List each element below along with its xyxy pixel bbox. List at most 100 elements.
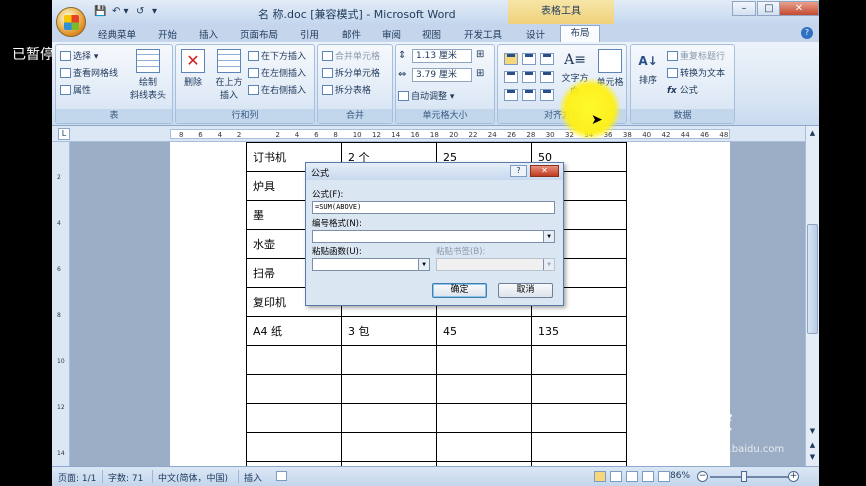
dialog-close-button[interactable]: ✕ xyxy=(530,165,559,177)
dialog-title-bar[interactable]: 公式 ? ✕ xyxy=(306,163,563,180)
tab-review[interactable]: 审阅 xyxy=(382,27,401,41)
language-indicator[interactable]: 中文(简体，中国) xyxy=(158,471,228,484)
table-cell[interactable]: 3 包 xyxy=(341,316,437,346)
paste-function-dropdown-icon[interactable]: ▼ xyxy=(418,259,429,270)
page-count[interactable]: 页面: 1/1 xyxy=(58,471,96,484)
row-height-input[interactable]: 1.13 厘米 xyxy=(412,49,472,63)
zoom-level[interactable]: 86% xyxy=(670,471,690,481)
align-bottom-center-icon[interactable] xyxy=(522,89,536,101)
distribute-columns-icon[interactable]: ⊞ xyxy=(476,68,484,79)
prev-page-icon[interactable]: ▲ xyxy=(807,440,818,451)
number-format-select[interactable]: ▼ xyxy=(312,230,555,243)
table-cell[interactable] xyxy=(341,403,437,433)
zoom-slider-thumb[interactable] xyxy=(740,471,747,482)
distribute-rows-icon[interactable]: ⊞ xyxy=(476,49,484,60)
align-bottom-right-icon[interactable] xyxy=(540,89,554,101)
table-cell[interactable] xyxy=(246,403,342,433)
table-cell[interactable] xyxy=(341,374,437,404)
table-cell[interactable] xyxy=(436,432,532,462)
word-count[interactable]: 字数: 71 xyxy=(108,471,143,484)
tab-insert[interactable]: 插入 xyxy=(199,27,218,41)
formula-button[interactable]: fx 公式 xyxy=(667,83,698,96)
autofit-button[interactable]: 自动调整 ▾ xyxy=(398,89,454,102)
table-cell[interactable] xyxy=(531,374,627,404)
select-button[interactable]: 选择 ▾ xyxy=(60,49,98,62)
full-screen-reading-icon[interactable] xyxy=(610,471,622,482)
draw-diagonal-header-button[interactable]: 绘制 斜线表头 xyxy=(126,49,170,101)
tab-table-layout[interactable]: 布局 xyxy=(560,25,600,43)
convert-to-text-button[interactable]: 转换为文本 xyxy=(667,66,725,79)
table-cell[interactable] xyxy=(531,403,627,433)
vertical-scrollbar[interactable]: ▲ ▼ ▲ ▼ xyxy=(805,126,819,466)
tab-view[interactable]: 视图 xyxy=(422,27,441,41)
table-cell[interactable] xyxy=(436,345,532,375)
merge-cells-button[interactable]: 合并单元格 xyxy=(322,49,380,62)
tab-references[interactable]: 引用 xyxy=(300,27,319,41)
insert-mode-indicator[interactable]: 插入 xyxy=(244,471,262,484)
scroll-up-icon[interactable]: ▲ xyxy=(807,128,818,139)
insert-left-button[interactable]: 在左侧插入 xyxy=(248,66,306,79)
align-top-center-icon[interactable] xyxy=(522,53,536,65)
table-cell[interactable] xyxy=(341,345,437,375)
ok-button[interactable]: 确定 xyxy=(432,283,487,298)
align-top-left-icon[interactable] xyxy=(504,53,518,65)
split-table-button[interactable]: 拆分表格 xyxy=(322,83,371,96)
close-window-button[interactable]: ✕ xyxy=(779,1,819,16)
tab-page-layout[interactable]: 页面布局 xyxy=(240,27,278,41)
customize-qat-icon[interactable]: ▾ xyxy=(152,6,157,19)
view-gridlines-button[interactable]: 查看网格线 xyxy=(60,66,118,79)
align-bottom-left-icon[interactable] xyxy=(504,89,518,101)
scroll-thumb[interactable] xyxy=(807,224,818,334)
table-cell[interactable]: 135 xyxy=(531,316,627,346)
table-cell[interactable]: 45 xyxy=(436,316,532,346)
table-cell[interactable] xyxy=(341,432,437,462)
redo-icon[interactable]: ↺ xyxy=(136,6,144,19)
undo-icon[interactable]: ↶ ▾ xyxy=(112,6,129,19)
save-icon[interactable]: 💾 xyxy=(94,6,106,19)
align-middle-right-icon[interactable] xyxy=(540,71,554,83)
table-cell[interactable] xyxy=(246,345,342,375)
tab-home[interactable]: 开始 xyxy=(158,27,177,41)
formula-input[interactable]: =SUM(ABOVE) xyxy=(312,201,555,214)
properties-button[interactable]: 属性 xyxy=(60,83,91,96)
dialog-help-button[interactable]: ? xyxy=(510,165,527,177)
paste-function-select[interactable]: ▼ xyxy=(312,258,430,271)
next-page-icon[interactable]: ▼ xyxy=(807,452,818,463)
office-button[interactable] xyxy=(56,7,86,37)
tab-table-design[interactable]: 设计 xyxy=(526,27,545,41)
table-cell[interactable]: A4 纸 xyxy=(246,316,342,346)
insert-right-button[interactable]: 在右侧插入 xyxy=(248,83,306,96)
number-format-dropdown-icon[interactable]: ▼ xyxy=(543,231,554,242)
print-layout-view-icon[interactable] xyxy=(594,471,606,482)
align-middle-center-icon[interactable] xyxy=(522,71,536,83)
scroll-down-icon[interactable]: ▼ xyxy=(807,426,818,437)
tab-mailings[interactable]: 邮件 xyxy=(342,27,361,41)
help-icon[interactable]: ? xyxy=(801,27,813,39)
draft-view-icon[interactable] xyxy=(658,471,670,482)
macro-record-icon[interactable] xyxy=(276,471,287,481)
column-width-input[interactable]: 3.79 厘米 xyxy=(412,68,472,82)
tab-developer[interactable]: 开发工具 xyxy=(464,27,502,41)
split-cells-button[interactable]: 拆分单元格 xyxy=(322,66,380,79)
table-cell[interactable] xyxy=(436,374,532,404)
zoom-slider[interactable] xyxy=(710,476,790,478)
insert-above-button[interactable]: 在上方 插入 xyxy=(212,49,246,101)
table-cell[interactable] xyxy=(246,432,342,462)
tab-selector[interactable]: L xyxy=(58,128,70,140)
tab-classic-menu[interactable]: 经典菜单 xyxy=(98,27,136,41)
maximize-button[interactable]: □ xyxy=(757,1,781,16)
zoom-in-icon[interactable]: + xyxy=(788,471,799,482)
insert-below-button[interactable]: 在下方插入 xyxy=(248,49,306,62)
table-cell[interactable] xyxy=(436,403,532,433)
zoom-out-icon[interactable]: − xyxy=(697,471,708,482)
repeat-header-rows-button[interactable]: 重复标题行 xyxy=(667,49,725,62)
delete-button[interactable]: ✕ 删除 xyxy=(178,49,208,88)
outline-view-icon[interactable] xyxy=(642,471,654,482)
paste-bookmark-dropdown-icon[interactable]: ▼ xyxy=(543,259,554,270)
paste-bookmark-select[interactable]: ▼ xyxy=(436,258,555,271)
minimize-button[interactable]: – xyxy=(732,1,756,16)
table-cell[interactable] xyxy=(246,374,342,404)
align-middle-left-icon[interactable] xyxy=(504,71,518,83)
align-top-right-icon[interactable] xyxy=(540,53,554,65)
table-cell[interactable] xyxy=(531,432,627,462)
